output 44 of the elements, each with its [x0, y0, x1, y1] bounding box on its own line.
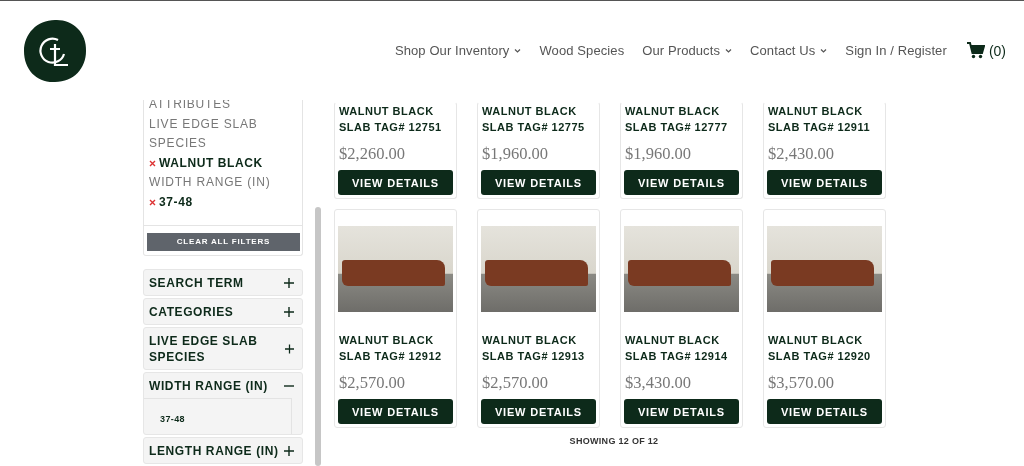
product-title[interactable]: WALNUT BLACK SLAB TAG# 12777	[625, 103, 739, 135]
view-details-button[interactable]: VIEW DETAILS	[481, 170, 596, 195]
nav-link[interactable]: Shop Our Inventory	[394, 43, 522, 58]
nav-link[interactable]: Contact Us	[750, 43, 828, 58]
view-details-button[interactable]: VIEW DETAILS	[624, 170, 739, 195]
product-price: $2,260.00	[339, 144, 406, 164]
product-price: $2,570.00	[482, 373, 549, 393]
accordion-header[interactable]: WIDTH RANGE (IN)	[144, 372, 302, 398]
product-title[interactable]: WALNUT BLACK SLAB TAG# 12912	[339, 332, 453, 364]
product-title[interactable]: WALNUT BLACK SLAB TAG# 12913	[482, 332, 596, 364]
product-title[interactable]: WALNUT BLACK SLAB TAG# 12775	[482, 103, 596, 135]
product-price: $2,430.00	[768, 144, 835, 164]
view-details-button[interactable]: VIEW DETAILS	[767, 399, 882, 424]
clear-filters-button[interactable]: CLEAR ALL FILTERS	[147, 232, 300, 251]
nav-link[interactable]: Our Products	[642, 43, 733, 58]
accordion-header[interactable]: SEARCH TERM	[144, 269, 302, 295]
product-price: $3,570.00	[768, 373, 835, 393]
results-count: SHOWING 12 OF 12	[568, 436, 660, 446]
product-title[interactable]: WALNUT BLACK SLAB TAG# 12914	[625, 332, 739, 364]
product-title[interactable]: WALNUT BLACK SLAB TAG# 12751	[339, 103, 453, 135]
filter-option[interactable]: 37-48	[160, 413, 186, 424]
filter-value: WALNUT BLACK	[159, 154, 263, 172]
product-title[interactable]: WALNUT BLACK SLAB TAG# 12920	[768, 332, 882, 364]
product-price: $1,960.00	[625, 144, 692, 164]
accordion-header[interactable]: LIVE EDGE SLAB SPECIES	[144, 327, 302, 369]
view-details-button[interactable]: VIEW DETAILS	[624, 399, 739, 424]
product-price: $3,430.00	[625, 373, 692, 393]
product-title[interactable]: WALNUT BLACK SLAB TAG# 12911	[768, 103, 882, 135]
cart-count: (0)	[988, 42, 1006, 59]
view-details-button[interactable]: VIEW DETAILS	[338, 170, 453, 195]
cart-link[interactable]: (0)	[966, 42, 1006, 59]
filter-label: LIVE EDGE SLAB SPECIES	[149, 115, 259, 152]
view-details-button[interactable]: VIEW DETAILS	[767, 170, 882, 195]
view-details-button[interactable]: VIEW DETAILS	[338, 399, 453, 424]
filter-label: WIDTH RANGE (IN)	[149, 174, 272, 191]
product-price: $1,960.00	[482, 144, 549, 164]
accordion-header[interactable]: LENGTH RANGE (IN)	[144, 437, 302, 463]
nav-link[interactable]: Wood Species	[539, 43, 625, 58]
view-details-button[interactable]: VIEW DETAILS	[481, 399, 596, 424]
nav-link[interactable]: Sign In / Register	[845, 43, 947, 58]
product-price: $2,570.00	[339, 373, 406, 393]
accordion-header[interactable]: CATEGORIES	[144, 298, 302, 324]
filter-label: ATTRIBUTES	[149, 100, 232, 113]
filter-value: 37-48	[159, 193, 193, 211]
